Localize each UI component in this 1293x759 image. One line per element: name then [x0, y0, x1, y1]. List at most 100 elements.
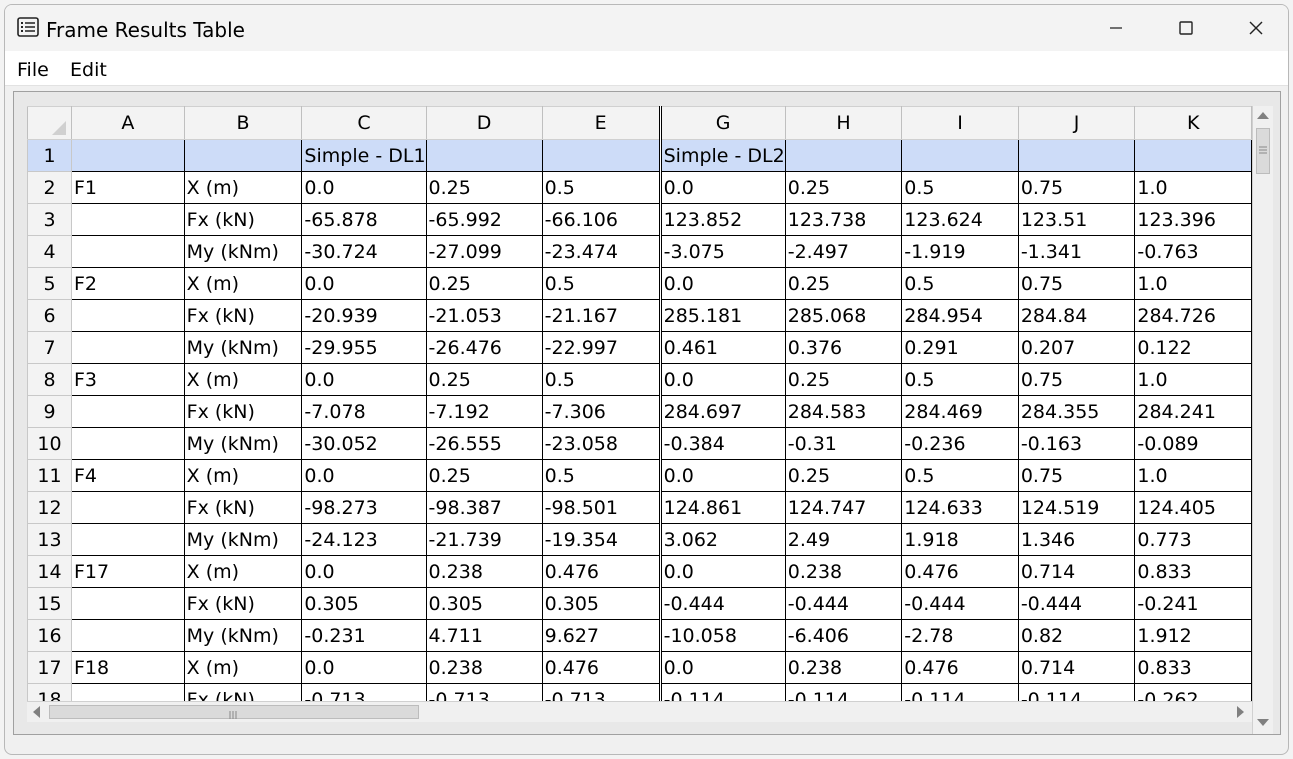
table-cell[interactable]	[71, 491, 185, 524]
table-cell[interactable]: 0.207	[1017, 331, 1136, 364]
table-cell[interactable]	[901, 139, 1019, 172]
table-cell[interactable]: -98.387	[425, 491, 543, 524]
table-cell[interactable]: -0.763	[1134, 235, 1252, 268]
table-cell[interactable]	[71, 203, 185, 236]
table-cell[interactable]: 0.0	[659, 651, 786, 684]
table-cell[interactable]	[1017, 139, 1136, 172]
table-cell[interactable]	[71, 331, 185, 364]
table-cell[interactable]: 123.624	[901, 203, 1019, 236]
table-cell[interactable]: 0.5	[901, 363, 1019, 396]
table-cell[interactable]: -0.713	[541, 683, 662, 701]
table-cell[interactable]: F3	[71, 363, 185, 396]
table-cell[interactable]: X (m)	[183, 555, 303, 588]
table-cell[interactable]: 0.305	[541, 587, 662, 620]
row-header[interactable]: 8	[27, 363, 72, 396]
row-header[interactable]: 3	[27, 203, 72, 236]
table-cell[interactable]: 285.181	[659, 299, 786, 332]
table-cell[interactable]: My (kNm)	[183, 619, 303, 652]
table-cell[interactable]: -0.089	[1134, 427, 1252, 460]
table-cell[interactable]: 284.697	[659, 395, 786, 428]
scroll-left-icon[interactable]	[27, 702, 47, 722]
table-cell[interactable]: 1.346	[1017, 523, 1136, 556]
scroll-down-icon[interactable]	[1253, 712, 1273, 732]
table-cell[interactable]: -0.114	[659, 683, 786, 701]
table-cell[interactable]: 1.0	[1134, 171, 1252, 204]
table-cell[interactable]: -1.919	[901, 235, 1019, 268]
scroll-right-icon[interactable]	[1230, 702, 1250, 722]
table-cell[interactable]: 0.476	[901, 651, 1019, 684]
row-header[interactable]: 14	[27, 555, 72, 588]
table-cell[interactable]: -0.163	[1017, 427, 1136, 460]
scroll-up-icon[interactable]	[1253, 106, 1273, 126]
table-cell[interactable]: -26.555	[425, 427, 543, 460]
table-cell[interactable]	[541, 139, 662, 172]
table-cell[interactable]: -21.167	[541, 299, 662, 332]
table-cell[interactable]: 0.476	[541, 555, 662, 588]
table-cell[interactable]: -0.444	[1017, 587, 1136, 620]
table-cell[interactable]: -30.052	[301, 427, 427, 460]
column-header[interactable]: G	[659, 106, 786, 140]
row-header[interactable]: 6	[27, 299, 72, 332]
table-cell[interactable]: -10.058	[659, 619, 786, 652]
table-cell[interactable]	[425, 139, 543, 172]
table-cell[interactable]: 1.0	[1134, 363, 1252, 396]
table-cell[interactable]: -29.955	[301, 331, 427, 364]
row-header[interactable]: 15	[27, 587, 72, 620]
row-header[interactable]: 4	[27, 235, 72, 268]
table-cell[interactable]: X (m)	[183, 651, 303, 684]
table-cell[interactable]: 0.25	[425, 363, 543, 396]
table-cell[interactable]: -0.114	[1017, 683, 1136, 701]
table-cell[interactable]: -24.123	[301, 523, 427, 556]
table-cell[interactable]: -0.713	[425, 683, 543, 701]
row-header[interactable]: 5	[27, 267, 72, 300]
column-header[interactable]: D	[425, 106, 543, 140]
table-cell[interactable]: 0.476	[541, 651, 662, 684]
table-cell[interactable]: 0.833	[1134, 555, 1252, 588]
table-cell[interactable]: My (kNm)	[183, 331, 303, 364]
table-cell[interactable]: -0.114	[901, 683, 1019, 701]
table-cell[interactable]: -98.273	[301, 491, 427, 524]
column-header[interactable]: A	[71, 106, 185, 140]
table-cell[interactable]: 9.627	[541, 619, 662, 652]
column-header[interactable]: K	[1134, 106, 1252, 140]
table-cell[interactable]: 0.25	[784, 363, 903, 396]
table-cell[interactable]: 0.461	[659, 331, 786, 364]
table-cell[interactable]	[71, 587, 185, 620]
results-grid[interactable]: ABCDEGHIJK 1 Simple - DL1 Simple - DL2 2 F1 X…	[27, 106, 1252, 701]
table-cell[interactable]: 0.25	[784, 267, 903, 300]
table-cell[interactable]	[71, 523, 185, 556]
table-cell[interactable]: X (m)	[183, 171, 303, 204]
row-header[interactable]: 17	[27, 651, 72, 684]
table-cell[interactable]: 1.0	[1134, 459, 1252, 492]
table-cell[interactable]: 0.82	[1017, 619, 1136, 652]
table-cell[interactable]: 0.25	[425, 267, 543, 300]
table-cell[interactable]: Fx (kN)	[183, 683, 303, 701]
row-header[interactable]: 10	[27, 427, 72, 460]
table-cell[interactable]	[71, 619, 185, 652]
table-cell[interactable]: 0.0	[301, 267, 427, 300]
table-cell[interactable]: 0.25	[784, 459, 903, 492]
table-cell[interactable]: -0.444	[784, 587, 903, 620]
table-cell[interactable]: -20.939	[301, 299, 427, 332]
table-cell[interactable]: 284.726	[1134, 299, 1252, 332]
row-header[interactable]: 16	[27, 619, 72, 652]
table-cell[interactable]: X (m)	[183, 363, 303, 396]
table-cell[interactable]	[71, 683, 185, 701]
row-header[interactable]: 13	[27, 523, 72, 556]
table-cell[interactable]: -0.262	[1134, 683, 1252, 701]
table-cell[interactable]	[784, 139, 903, 172]
table-cell[interactable]: 123.396	[1134, 203, 1252, 236]
table-cell[interactable]: 284.469	[901, 395, 1019, 428]
table-cell[interactable]: -7.192	[425, 395, 543, 428]
table-cell[interactable]: -2.78	[901, 619, 1019, 652]
table-cell[interactable]	[71, 427, 185, 460]
table-cell[interactable]: 0.5	[901, 267, 1019, 300]
table-cell[interactable]: -0.114	[784, 683, 903, 701]
table-cell[interactable]	[1134, 139, 1252, 172]
row-header[interactable]: 7	[27, 331, 72, 364]
table-cell[interactable]: 0.305	[301, 587, 427, 620]
table-cell[interactable]: 0.238	[425, 651, 543, 684]
table-cell[interactable]: Fx (kN)	[183, 491, 303, 524]
table-cell[interactable]: -7.078	[301, 395, 427, 428]
row-header[interactable]: 18	[27, 683, 72, 701]
